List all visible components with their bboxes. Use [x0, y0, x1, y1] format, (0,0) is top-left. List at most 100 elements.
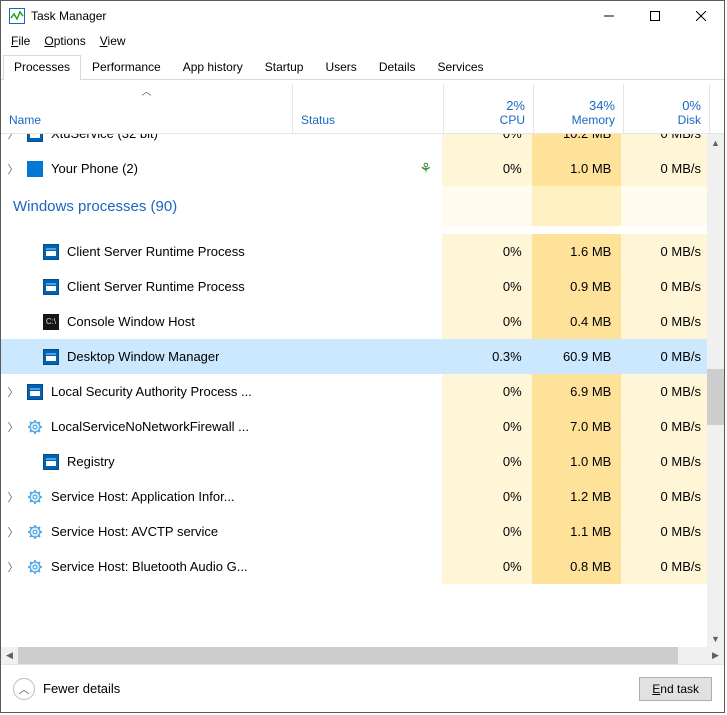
process-disk: 0 MB/s: [621, 444, 707, 479]
process-row[interactable]: 〉 LocalServiceNoNetworkFirewall ... 0%7.0 …: [1, 409, 707, 444]
app-icon: [27, 384, 43, 400]
process-cpu: 0%: [442, 151, 532, 186]
tab-details[interactable]: Details: [368, 55, 427, 80]
process-name: Service Host: Application Infor...: [51, 489, 235, 504]
process-cpu: 0%: [442, 479, 532, 514]
scroll-up-arrow[interactable]: ▲: [707, 134, 724, 151]
fewer-details-toggle[interactable]: ︿: [13, 678, 35, 700]
menu-options[interactable]: Options: [38, 32, 91, 50]
process-row[interactable]: 〉Service Host: Bluetooth Audio G...0%0.8…: [1, 549, 707, 584]
maximize-button[interactable]: [632, 1, 678, 31]
chevron-up-icon: ︿: [19, 681, 30, 697]
hscroll-track[interactable]: [18, 647, 707, 664]
process-cpu: 0%: [442, 304, 532, 339]
process-row[interactable]: Client Server Runtime Process0%0.9 MB0 M…: [1, 269, 707, 304]
scroll-down-arrow[interactable]: ▼: [707, 630, 724, 647]
tab-performance[interactable]: Performance: [81, 55, 172, 80]
header-memory[interactable]: 34% Memory: [534, 84, 624, 133]
gear-icon: [27, 559, 43, 575]
expand-chevron-icon[interactable]: 〉: [5, 489, 21, 505]
process-memory: 1.0 MB: [532, 151, 622, 186]
process-cpu: 0%: [442, 134, 532, 151]
process-row[interactable]: C:\Console Window Host0%0.4 MB0 MB/s: [1, 304, 707, 339]
app-icon: [27, 134, 43, 142]
process-row[interactable]: 〉XtuService (32 bit)0%10.2 MB0 MB/s: [1, 134, 707, 151]
process-memory: 0.4 MB: [532, 304, 622, 339]
tab-services[interactable]: Services: [427, 55, 495, 80]
process-list[interactable]: 〉XtuService (32 bit)0%10.2 MB0 MB/s〉Your…: [1, 134, 707, 647]
process-status: [292, 304, 442, 339]
expand-chevron-icon[interactable]: 〉: [5, 419, 21, 435]
tab-processes[interactable]: Processes: [3, 55, 81, 80]
process-name: XtuService (32 bit): [51, 134, 158, 141]
tab-users[interactable]: Users: [314, 55, 367, 80]
tab-app-history[interactable]: App history: [172, 55, 254, 80]
process-row[interactable]: 〉Service Host: Application Infor...0%1.2…: [1, 479, 707, 514]
leaf-icon: ⚘: [420, 160, 433, 177]
process-row[interactable]: 〉Service Host: AVCTP service0%1.1 MB0 MB…: [1, 514, 707, 549]
process-cpu: 0%: [442, 444, 532, 479]
expand-chevron-icon[interactable]: 〉: [5, 524, 21, 540]
process-memory: 1.0 MB: [532, 444, 622, 479]
process-group-header[interactable]: Windows processes (90): [1, 186, 707, 234]
end-task-button[interactable]: End task: [639, 677, 712, 701]
column-headers: ︿ Name Status 2% CPU 34% Memory 0% Disk: [1, 84, 724, 134]
process-cpu: 0%: [442, 409, 532, 444]
app-icon: [9, 8, 25, 24]
process-memory: 7.0 MB: [532, 409, 622, 444]
process-cpu: 0%: [442, 269, 532, 304]
process-name: Registry: [67, 454, 115, 469]
process-status: [292, 514, 442, 549]
process-row[interactable]: 〉Your Phone (2)⚘0%1.0 MB0 MB/s: [1, 151, 707, 186]
process-status: [292, 269, 442, 304]
minimize-button[interactable]: [586, 1, 632, 31]
close-button[interactable]: [678, 1, 724, 31]
scroll-right-arrow[interactable]: ▶: [707, 647, 724, 664]
process-disk: 0 MB/s: [621, 151, 707, 186]
app-icon: [43, 454, 59, 470]
expand-chevron-icon[interactable]: 〉: [5, 559, 21, 575]
process-disk: 0 MB/s: [621, 514, 707, 549]
process-status: [292, 339, 442, 374]
process-disk: 0 MB/s: [621, 134, 707, 151]
process-disk: 0 MB/s: [621, 409, 707, 444]
tabbar: Processes Performance App history Startu…: [1, 55, 724, 80]
process-name: Client Server Runtime Process: [67, 279, 245, 294]
tab-startup[interactable]: Startup: [254, 55, 315, 80]
process-row[interactable]: Desktop Window Manager0.3%60.9 MB0 MB/s: [1, 339, 707, 374]
process-status: [292, 479, 442, 514]
vertical-scrollbar[interactable]: ▲ ▼: [707, 134, 724, 647]
process-disk: 0 MB/s: [621, 374, 707, 409]
vscroll-track[interactable]: [707, 151, 724, 630]
menu-file[interactable]: File: [5, 32, 36, 50]
process-disk: 0 MB/s: [621, 479, 707, 514]
header-disk[interactable]: 0% Disk: [624, 84, 710, 133]
menu-view[interactable]: View: [94, 32, 132, 50]
process-name: LocalServiceNoNetworkFirewall ...: [51, 419, 249, 434]
process-name: Console Window Host: [67, 314, 195, 329]
header-status[interactable]: Status: [293, 84, 444, 133]
process-cpu: 0.3%: [442, 339, 532, 374]
window-controls: [586, 1, 724, 31]
console-icon: C:\: [43, 314, 59, 330]
app-icon: [27, 161, 43, 177]
expand-chevron-icon[interactable]: 〉: [5, 134, 21, 142]
gear-icon: [27, 489, 43, 505]
vscroll-thumb[interactable]: [707, 369, 724, 425]
process-status: [292, 444, 442, 479]
fewer-details-label[interactable]: Fewer details: [43, 681, 631, 696]
process-row[interactable]: Client Server Runtime Process0%1.6 MB0 M…: [1, 234, 707, 269]
process-disk: 0 MB/s: [621, 269, 707, 304]
process-cpu: 0%: [442, 234, 532, 269]
process-row[interactable]: Registry 0%1.0 MB0 MB/s: [1, 444, 707, 479]
app-icon: [43, 349, 59, 365]
scroll-left-arrow[interactable]: ◀: [1, 647, 18, 664]
process-row[interactable]: 〉Local Security Authority Process ...0%6…: [1, 374, 707, 409]
process-name: Client Server Runtime Process: [67, 244, 245, 259]
expand-chevron-icon[interactable]: 〉: [5, 384, 21, 400]
hscroll-thumb[interactable]: [18, 647, 678, 664]
header-cpu[interactable]: 2% CPU: [444, 84, 534, 133]
horizontal-scrollbar[interactable]: ◀ ▶: [1, 647, 724, 664]
expand-chevron-icon[interactable]: 〉: [5, 161, 21, 177]
header-name[interactable]: ︿ Name: [1, 84, 293, 133]
